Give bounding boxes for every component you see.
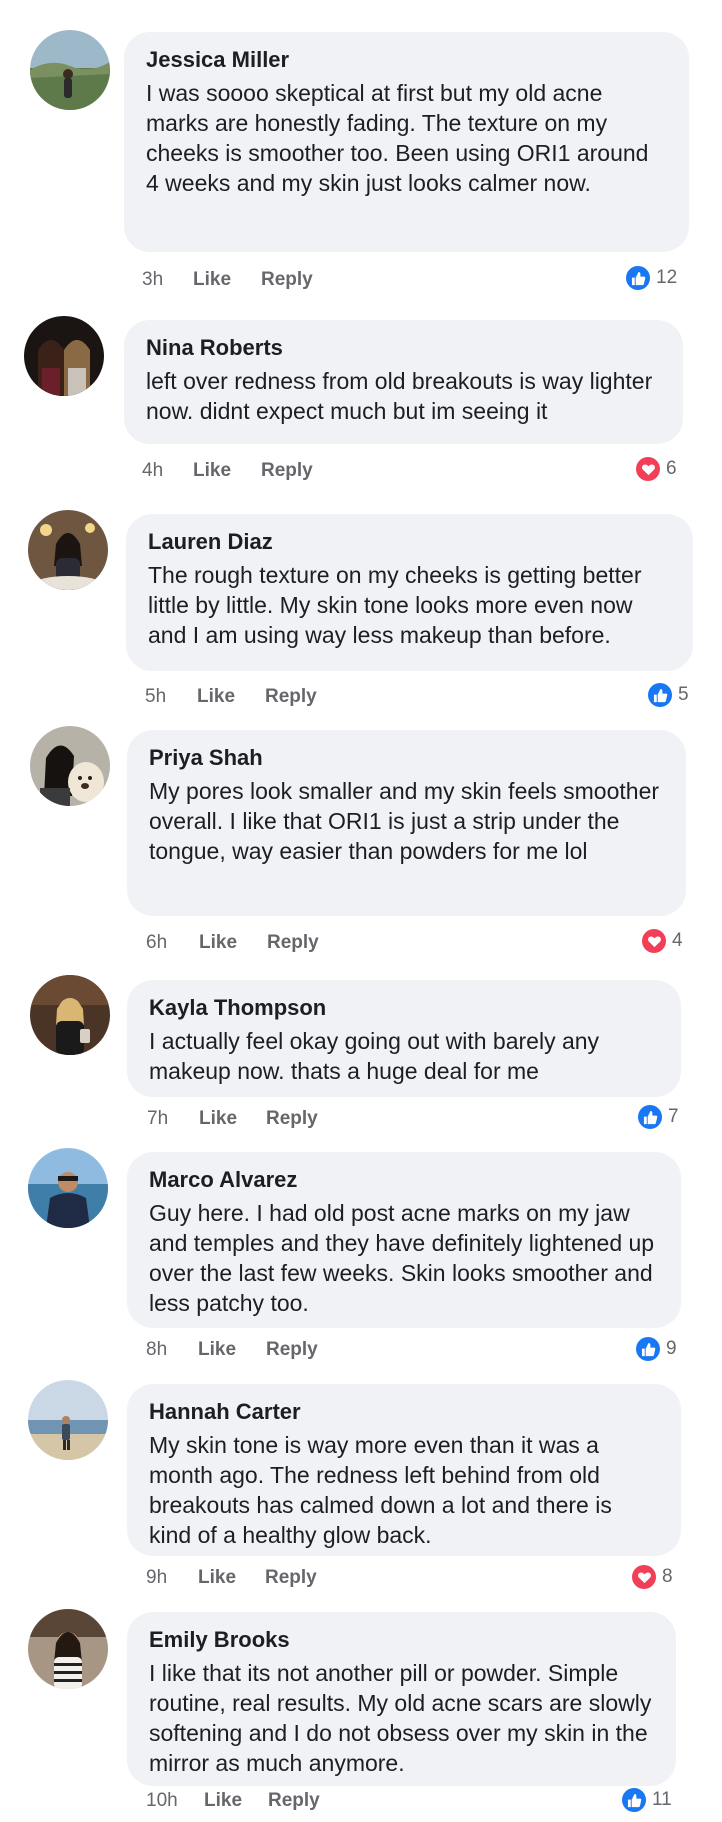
- comment-bubble: Jessica Miller I was soooo skeptical at …: [124, 32, 689, 252]
- comment-text: I was soooo skeptical at first but my ol…: [146, 80, 649, 196]
- comment-timestamp: 7h: [147, 1108, 169, 1129]
- reaction-count: 7: [668, 1106, 679, 1127]
- comment-timestamp: 8h: [146, 1339, 168, 1360]
- reply-button[interactable]: Reply: [265, 1566, 317, 1590]
- commenter-name[interactable]: Emily Brooks: [149, 1626, 654, 1654]
- avatar[interactable]: [30, 30, 110, 110]
- reply-button[interactable]: Reply: [267, 931, 319, 955]
- reply-button[interactable]: Reply: [261, 268, 313, 292]
- reply-button[interactable]: Reply: [261, 459, 313, 483]
- reply-button[interactable]: Reply: [268, 1789, 320, 1813]
- commenter-name[interactable]: Jessica Miller: [146, 46, 667, 74]
- comment-text: left over redness from old breakouts is …: [146, 368, 653, 424]
- thumbs-up-icon: [648, 683, 672, 707]
- like-button[interactable]: Like: [193, 459, 231, 483]
- thumbs-up-icon: [622, 1788, 646, 1812]
- comment-actions: 10h Like Reply: [0, 1789, 722, 1813]
- comment-timestamp: 5h: [145, 686, 167, 707]
- avatar[interactable]: [30, 726, 110, 806]
- comment-actions: 7h Like Reply: [0, 1107, 722, 1131]
- comment-actions: 9h Like Reply: [0, 1566, 722, 1590]
- avatar[interactable]: [28, 1380, 108, 1460]
- avatar[interactable]: [28, 1148, 108, 1228]
- reaction-summary[interactable]: 7: [638, 1105, 679, 1129]
- comment-bubble: Lauren Diaz The rough texture on my chee…: [126, 514, 693, 671]
- comment-text: My skin tone is way more even than it wa…: [149, 1432, 612, 1548]
- comment-actions: 8h Like Reply: [0, 1338, 722, 1362]
- like-button[interactable]: Like: [199, 931, 237, 955]
- comment-bubble: Emily Brooks I like that its not another…: [127, 1612, 676, 1786]
- thumbs-up-icon: [626, 266, 650, 290]
- commenter-name[interactable]: Nina Roberts: [146, 334, 661, 362]
- reaction-count: 6: [666, 458, 677, 479]
- reply-button[interactable]: Reply: [265, 685, 317, 709]
- commenter-name[interactable]: Marco Alvarez: [149, 1166, 659, 1194]
- avatar[interactable]: [28, 1609, 108, 1689]
- heart-icon: [636, 457, 660, 481]
- reply-button[interactable]: Reply: [266, 1338, 318, 1362]
- comment-timestamp: 3h: [142, 269, 164, 290]
- comment-timestamp: 10h: [146, 1790, 178, 1811]
- reaction-summary[interactable]: 11: [622, 1788, 672, 1812]
- like-button[interactable]: Like: [204, 1789, 242, 1813]
- thumbs-up-icon: [638, 1105, 662, 1129]
- like-button[interactable]: Like: [199, 1107, 237, 1131]
- avatar[interactable]: [24, 316, 104, 396]
- comment-bubble: Marco Alvarez Guy here. I had old post a…: [127, 1152, 681, 1328]
- reaction-summary[interactable]: 9: [636, 1337, 677, 1361]
- reaction-count: 4: [672, 930, 683, 951]
- comment-text: The rough texture on my cheeks is gettin…: [148, 562, 642, 648]
- commenter-name[interactable]: Hannah Carter: [149, 1398, 659, 1426]
- reaction-count: 12: [656, 267, 678, 288]
- comment-bubble: Nina Roberts left over redness from old …: [124, 320, 683, 444]
- comment-actions: 4h Like Reply: [0, 459, 722, 483]
- like-button[interactable]: Like: [198, 1566, 236, 1590]
- avatar[interactable]: [28, 510, 108, 590]
- reaction-count: 8: [662, 1566, 673, 1587]
- comment-text: I actually feel okay going out with bare…: [149, 1028, 600, 1084]
- reaction-summary[interactable]: 5: [648, 683, 689, 707]
- reaction-summary[interactable]: 8: [632, 1565, 673, 1589]
- comment-bubble: Priya Shah My pores look smaller and my …: [127, 730, 686, 916]
- commenter-name[interactable]: Priya Shah: [149, 744, 664, 772]
- heart-icon: [642, 929, 666, 953]
- comment-timestamp: 4h: [142, 460, 164, 481]
- avatar[interactable]: [30, 975, 110, 1055]
- reaction-summary[interactable]: 12: [626, 266, 677, 290]
- comment-bubble: Hannah Carter My skin tone is way more e…: [127, 1384, 681, 1556]
- like-button[interactable]: Like: [193, 268, 231, 292]
- reaction-summary[interactable]: 6: [636, 457, 677, 481]
- comment-timestamp: 9h: [146, 1567, 168, 1588]
- reaction-count: 5: [678, 684, 689, 705]
- reaction-summary[interactable]: 4: [642, 929, 683, 953]
- reaction-count: 9: [666, 1338, 677, 1359]
- comment-timestamp: 6h: [146, 932, 168, 953]
- comment-actions: 6h Like Reply: [0, 931, 722, 955]
- commenter-name[interactable]: Lauren Diaz: [148, 528, 671, 556]
- like-button[interactable]: Like: [198, 1338, 236, 1362]
- heart-icon: [632, 1565, 656, 1589]
- reply-button[interactable]: Reply: [266, 1107, 318, 1131]
- comment-actions: 3h Like Reply: [0, 268, 722, 292]
- comment-text: My pores look smaller and my skin feels …: [149, 778, 660, 864]
- comment-text: I like that its not another pill or powd…: [149, 1660, 652, 1776]
- like-button[interactable]: Like: [197, 685, 235, 709]
- commenter-name[interactable]: Kayla Thompson: [149, 994, 659, 1022]
- comment-text: Guy here. I had old post acne marks on m…: [149, 1200, 655, 1316]
- reaction-count: 11: [652, 1789, 672, 1810]
- comment-actions: 5h Like Reply: [0, 685, 722, 709]
- comment-bubble: Kayla Thompson I actually feel okay goin…: [127, 980, 681, 1097]
- thumbs-up-icon: [636, 1337, 660, 1361]
